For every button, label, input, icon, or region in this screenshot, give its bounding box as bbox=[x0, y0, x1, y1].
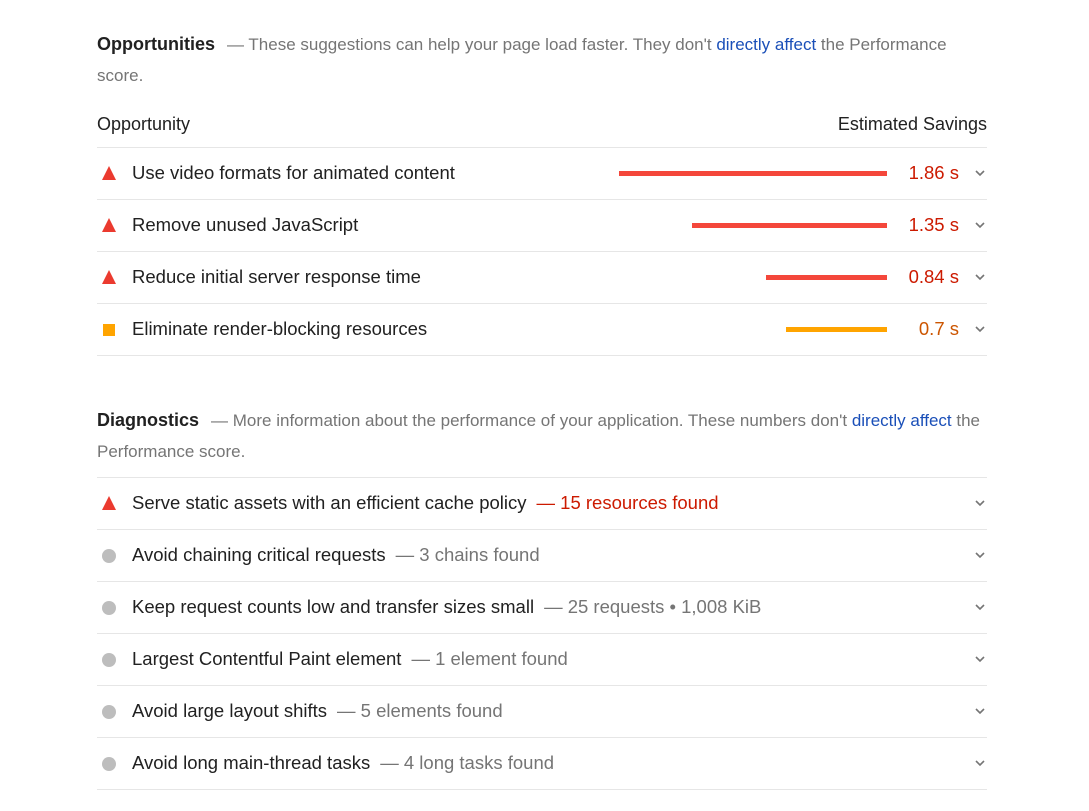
diagnostic-title: Keep request counts low and transfer siz… bbox=[132, 596, 535, 617]
opportunity-row[interactable]: Eliminate render-blocking resources 0.7 … bbox=[97, 304, 987, 356]
diagnostics-title: Diagnostics bbox=[97, 410, 200, 430]
opportunities-header: Opportunities — These suggestions can hel… bbox=[97, 29, 987, 91]
warning-triangle-icon bbox=[102, 496, 118, 512]
opportunity-row[interactable]: Remove unused JavaScript 1.35 s bbox=[97, 200, 987, 252]
diagnostics-directly-affect-link[interactable]: directly affect bbox=[852, 411, 952, 430]
diagnostic-title: Avoid long main-thread tasks bbox=[132, 752, 371, 773]
chevron-down-icon[interactable] bbox=[973, 218, 987, 232]
info-circle-icon bbox=[102, 756, 118, 772]
diagnostic-title: Avoid large layout shifts bbox=[132, 700, 328, 721]
chevron-down-icon[interactable] bbox=[973, 548, 987, 562]
chevron-down-icon[interactable] bbox=[973, 166, 987, 180]
chevron-down-icon[interactable] bbox=[973, 704, 987, 718]
warning-triangle-icon bbox=[102, 218, 118, 234]
diagnostic-display-value: — 1 element found bbox=[411, 648, 568, 669]
info-circle-icon bbox=[102, 652, 118, 668]
opportunity-label: Remove unused JavaScript bbox=[132, 214, 359, 235]
chevron-down-icon[interactable] bbox=[973, 322, 987, 336]
chevron-down-icon[interactable] bbox=[973, 270, 987, 284]
opportunities-column-headers: Opportunity Estimated Savings bbox=[97, 110, 987, 148]
warning-triangle-icon bbox=[102, 166, 118, 182]
info-circle-icon bbox=[102, 548, 118, 564]
opportunity-label: Eliminate render-blocking resources bbox=[132, 318, 428, 339]
diagnostic-display-value: — 4 long tasks found bbox=[380, 752, 555, 773]
diagnostic-row[interactable]: Keep request counts low and transfer siz… bbox=[97, 582, 987, 634]
diagnostic-row[interactable]: Serve static assets with an efficient ca… bbox=[97, 478, 987, 530]
opportunities-description: — These suggestions can help your page l… bbox=[227, 35, 717, 54]
diagnostic-title: Serve static assets with an efficient ca… bbox=[132, 492, 527, 513]
diagnostic-label: Avoid large layout shifts — 5 elements fo… bbox=[132, 700, 503, 722]
diagnostics-description: — More information about the performance… bbox=[211, 411, 852, 430]
savings-bar bbox=[619, 171, 887, 176]
diagnostic-row[interactable]: Avoid long main-thread tasks — 4 long tas… bbox=[97, 738, 987, 790]
savings-bar bbox=[692, 223, 887, 228]
chevron-down-icon[interactable] bbox=[973, 652, 987, 666]
diagnostic-title: Avoid chaining critical requests bbox=[132, 544, 386, 565]
opportunity-label: Reduce initial server response time bbox=[132, 266, 421, 287]
savings-value: 1.35 s bbox=[908, 214, 959, 235]
warning-triangle-icon bbox=[102, 270, 118, 286]
savings-bar bbox=[766, 275, 887, 280]
diagnostic-display-value: — 5 elements found bbox=[337, 700, 503, 721]
opportunity-column-header: Opportunity bbox=[97, 114, 191, 134]
diagnostic-row[interactable]: Largest Contentful Paint element — 1 elem… bbox=[97, 634, 987, 686]
diagnostic-label: Serve static assets with an efficient ca… bbox=[132, 492, 719, 514]
chevron-down-icon[interactable] bbox=[973, 496, 987, 510]
diagnostics-header: Diagnostics — More information about the … bbox=[97, 405, 987, 467]
diagnostic-label: Keep request counts low and transfer siz… bbox=[132, 596, 761, 618]
opportunities-directly-affect-link[interactable]: directly affect bbox=[716, 35, 816, 54]
opportunity-row[interactable]: Reduce initial server response time 0.84… bbox=[97, 252, 987, 304]
chevron-down-icon[interactable] bbox=[973, 600, 987, 614]
diagnostics-list: Serve static assets with an efficient ca… bbox=[97, 477, 987, 790]
diagnostic-label: Avoid long main-thread tasks — 4 long tas… bbox=[132, 752, 554, 774]
savings-value: 0.84 s bbox=[908, 266, 959, 287]
diagnostic-display-value: — 3 chains found bbox=[395, 544, 540, 565]
opportunities-list: Use video formats for animated content 1… bbox=[97, 148, 987, 356]
diagnostic-title: Largest Contentful Paint element bbox=[132, 648, 402, 669]
chevron-down-icon[interactable] bbox=[973, 756, 987, 770]
diagnostic-display-value: — 25 requests • 1,008 KiB bbox=[544, 596, 762, 617]
savings-value: 0.7 s bbox=[918, 318, 959, 339]
diagnostic-label: Largest Contentful Paint element — 1 elem… bbox=[132, 648, 568, 670]
diagnostic-label: Avoid chaining critical requests — 3 chai… bbox=[132, 544, 540, 566]
opportunity-row[interactable]: Use video formats for animated content 1… bbox=[97, 148, 987, 200]
opportunity-label: Use video formats for animated content bbox=[132, 162, 455, 183]
average-square-icon bbox=[102, 322, 118, 338]
info-circle-icon bbox=[102, 600, 118, 616]
diagnostic-row[interactable]: Avoid chaining critical requests — 3 chai… bbox=[97, 530, 987, 582]
diagnostic-display-value: — 15 resources found bbox=[536, 492, 719, 513]
opportunities-title: Opportunities bbox=[97, 34, 215, 54]
savings-value: 1.86 s bbox=[908, 162, 959, 183]
info-circle-icon bbox=[102, 704, 118, 720]
diagnostic-row[interactable]: Avoid large layout shifts — 5 elements fo… bbox=[97, 686, 987, 738]
savings-bar bbox=[786, 327, 887, 332]
estimated-savings-column-header: Estimated Savings bbox=[837, 114, 987, 134]
